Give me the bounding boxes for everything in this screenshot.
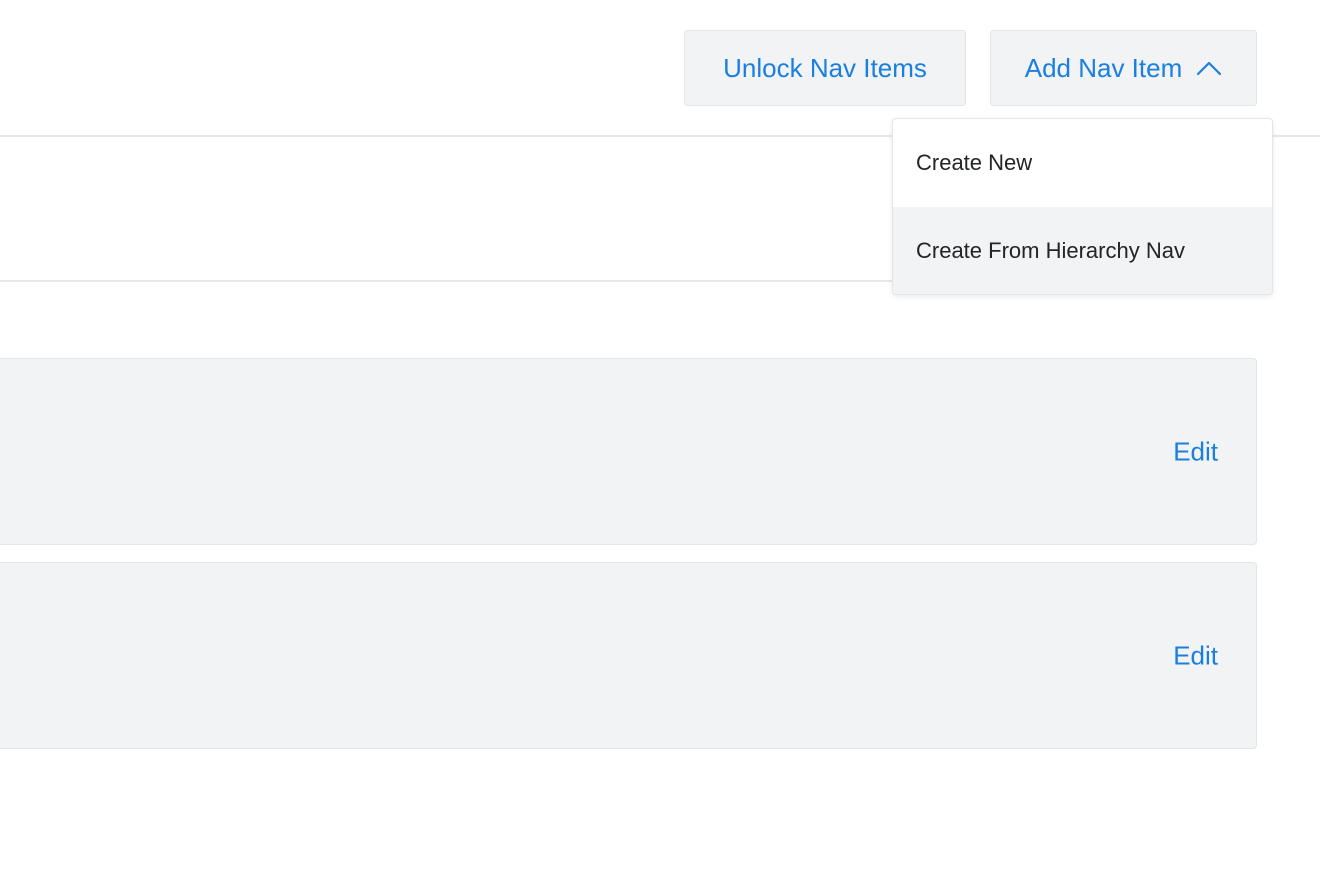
- menu-item-create-new[interactable]: Create New: [893, 119, 1272, 207]
- nav-item-row: Edit: [0, 358, 1257, 545]
- unlock-nav-items-button[interactable]: Unlock Nav Items: [684, 30, 966, 106]
- menu-item-label: Create From Hierarchy Nav: [916, 238, 1185, 263]
- add-nav-item-label: Add Nav Item: [1024, 52, 1183, 83]
- section-divider: [0, 280, 892, 282]
- nav-item-row: Edit: [0, 562, 1257, 749]
- unlock-nav-items-label: Unlock Nav Items: [723, 52, 927, 83]
- add-nav-item-menu: Create New Create From Hierarchy Nav: [892, 118, 1273, 295]
- chevron-up-icon: [1196, 59, 1222, 77]
- edit-link[interactable]: Edit: [1173, 436, 1218, 467]
- menu-item-create-from-hierarchy-nav[interactable]: Create From Hierarchy Nav: [893, 207, 1272, 294]
- page: Unlock Nav Items Add Nav Item Edit Edit …: [0, 0, 1320, 880]
- add-nav-item-button[interactable]: Add Nav Item: [990, 30, 1257, 106]
- edit-link[interactable]: Edit: [1173, 640, 1218, 671]
- menu-item-label: Create New: [916, 150, 1033, 175]
